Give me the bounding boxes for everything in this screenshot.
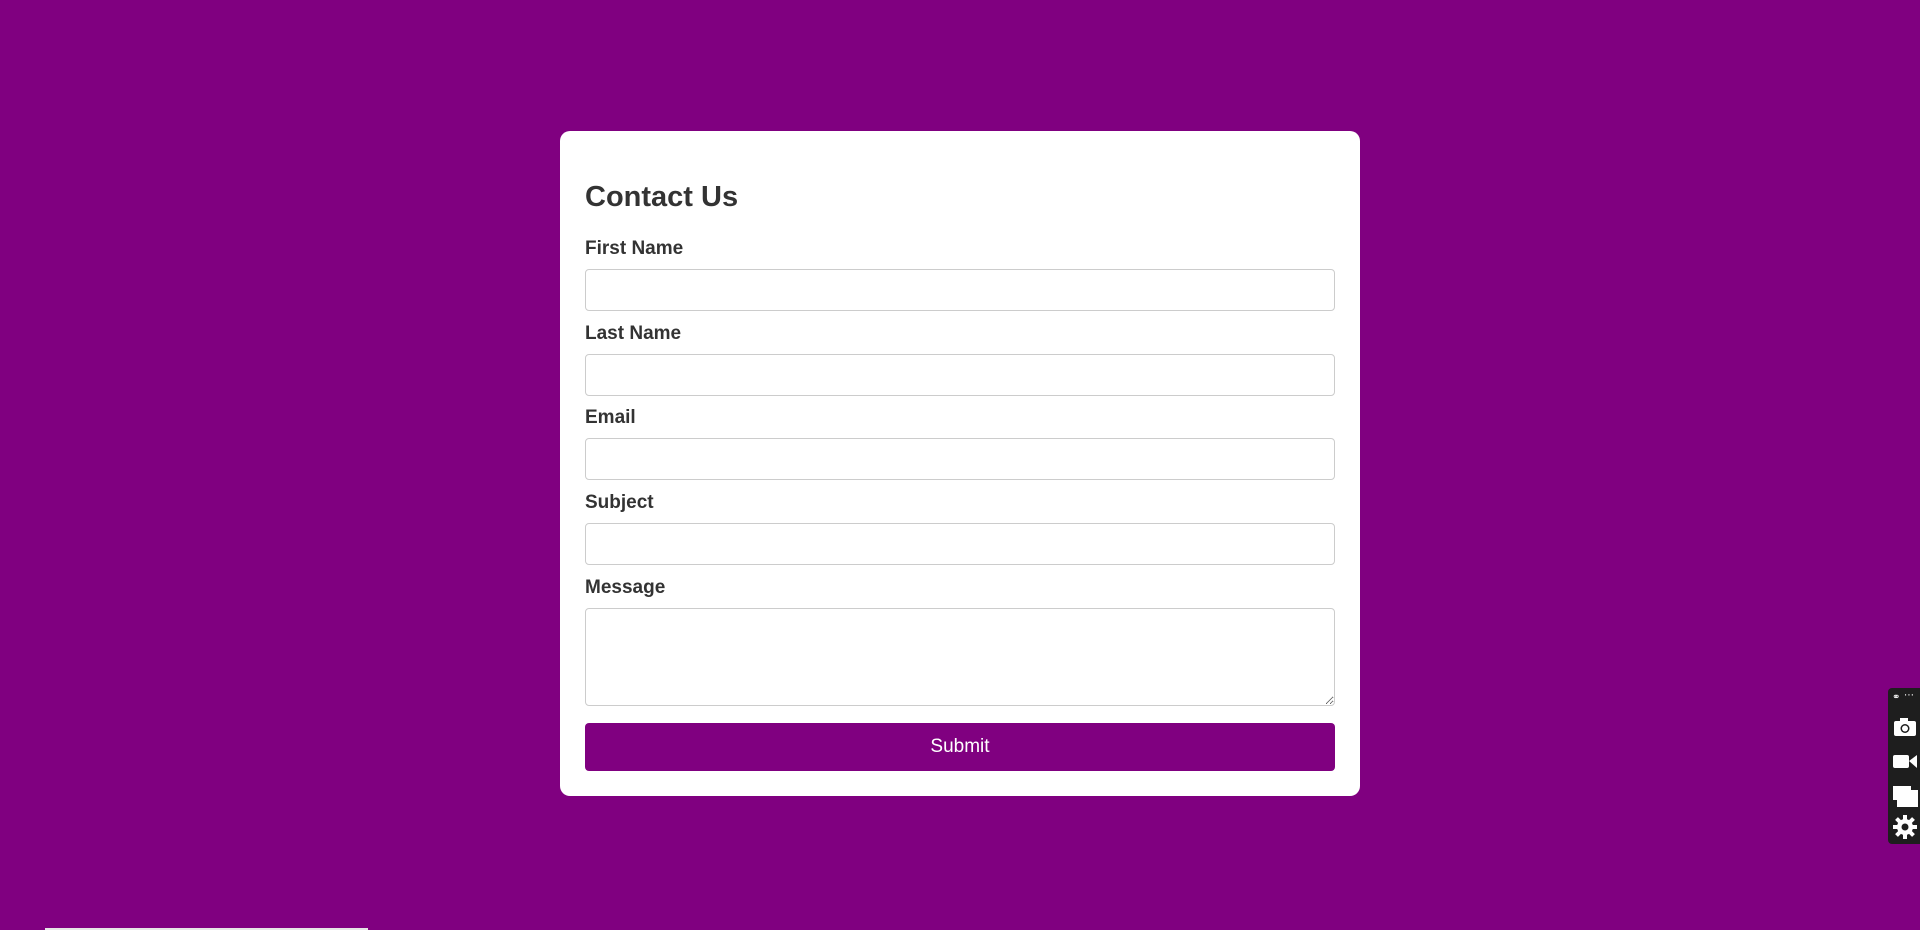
last-name-label: Last Name [585,323,682,344]
gear-icon[interactable] [1892,814,1918,840]
last-name-input[interactable] [585,354,1335,396]
video-icon[interactable] [1892,748,1918,774]
message-textarea[interactable] [585,608,1335,706]
contact-form-card: Contact Us First Name Last Name Email Su… [560,131,1360,796]
email-group: Email [585,406,1335,480]
camera-icon[interactable] [1892,714,1918,740]
toolbar-header: ⚭ ⋯ [1892,690,1918,704]
submit-button[interactable]: Submit [585,723,1335,771]
first-name-input[interactable] [585,269,1335,311]
form-title: Contact Us [585,181,739,213]
email-input[interactable] [585,438,1335,480]
message-group: Message [585,576,1335,706]
email-label: Email [585,407,636,428]
link-icon[interactable]: ⚭ [1892,692,1900,703]
subject-group: Subject [585,491,1335,565]
subject-input[interactable] [585,523,1335,565]
floating-capture-toolbar: ⚭ ⋯ [1888,688,1920,844]
last-name-group: Last Name [585,322,1335,396]
first-name-group: First Name [585,237,1335,311]
first-name-label: First Name [585,238,684,259]
more-icon[interactable]: ⋯ [1904,690,1914,702]
window-icon[interactable] [1892,782,1918,808]
subject-label: Subject [585,492,654,513]
message-label: Message [585,577,666,598]
